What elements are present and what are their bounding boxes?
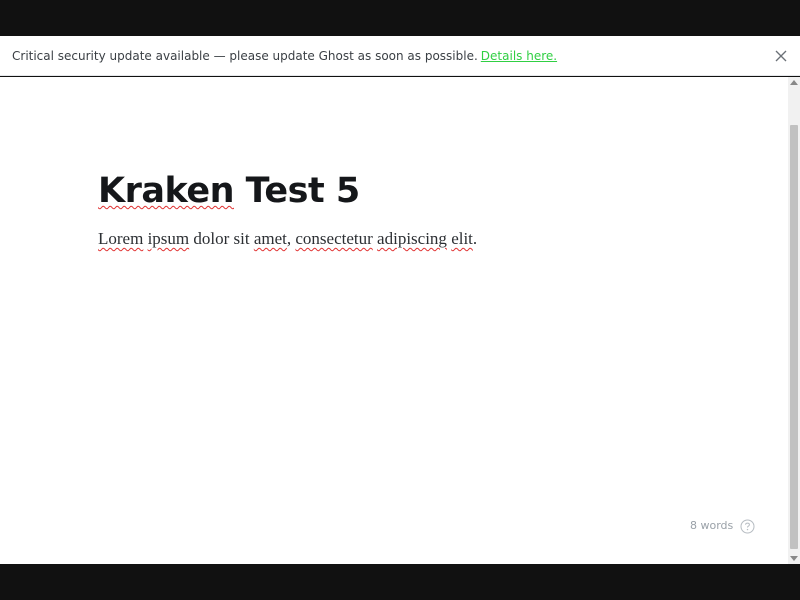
body-word: ipsum	[147, 229, 190, 248]
scroll-down-arrow-icon[interactable]	[790, 556, 798, 561]
body-word: consectetur	[295, 229, 373, 248]
question-circle-icon[interactable]	[740, 519, 755, 534]
close-icon[interactable]	[774, 48, 788, 62]
body-word: elit	[451, 229, 473, 248]
alert-details-link[interactable]: Details here.	[481, 49, 557, 63]
title-rest: Test 5	[234, 171, 361, 211]
editor-scrollbar[interactable]	[788, 77, 800, 564]
word-count: 8 words	[690, 519, 734, 532]
body-word: amet	[253, 229, 287, 248]
bottom-dark-bar	[0, 564, 800, 600]
post-title[interactable]: Kraken Test 5	[98, 169, 360, 213]
body-text: .	[472, 229, 478, 248]
title-word-misspelled: Kraken	[98, 171, 235, 211]
body-text: dolor sit	[189, 229, 254, 248]
body-word: adipiscing	[377, 229, 447, 248]
alert-message-text: Critical security update available — ple…	[12, 49, 478, 63]
post-editor[interactable]: Kraken Test 5 Lorem ipsum dolor sit amet…	[0, 77, 788, 564]
scroll-up-arrow-icon[interactable]	[790, 80, 798, 85]
post-body-paragraph[interactable]: Lorem ipsum dolor sit amet, consectetur …	[98, 228, 477, 250]
body-word: Lorem	[98, 229, 144, 248]
alert-message: Critical security update available — ple…	[12, 48, 557, 64]
security-alert-banner: Critical security update available — ple…	[0, 36, 800, 76]
top-dark-bar	[0, 0, 800, 36]
scrollbar-thumb[interactable]	[790, 125, 798, 549]
